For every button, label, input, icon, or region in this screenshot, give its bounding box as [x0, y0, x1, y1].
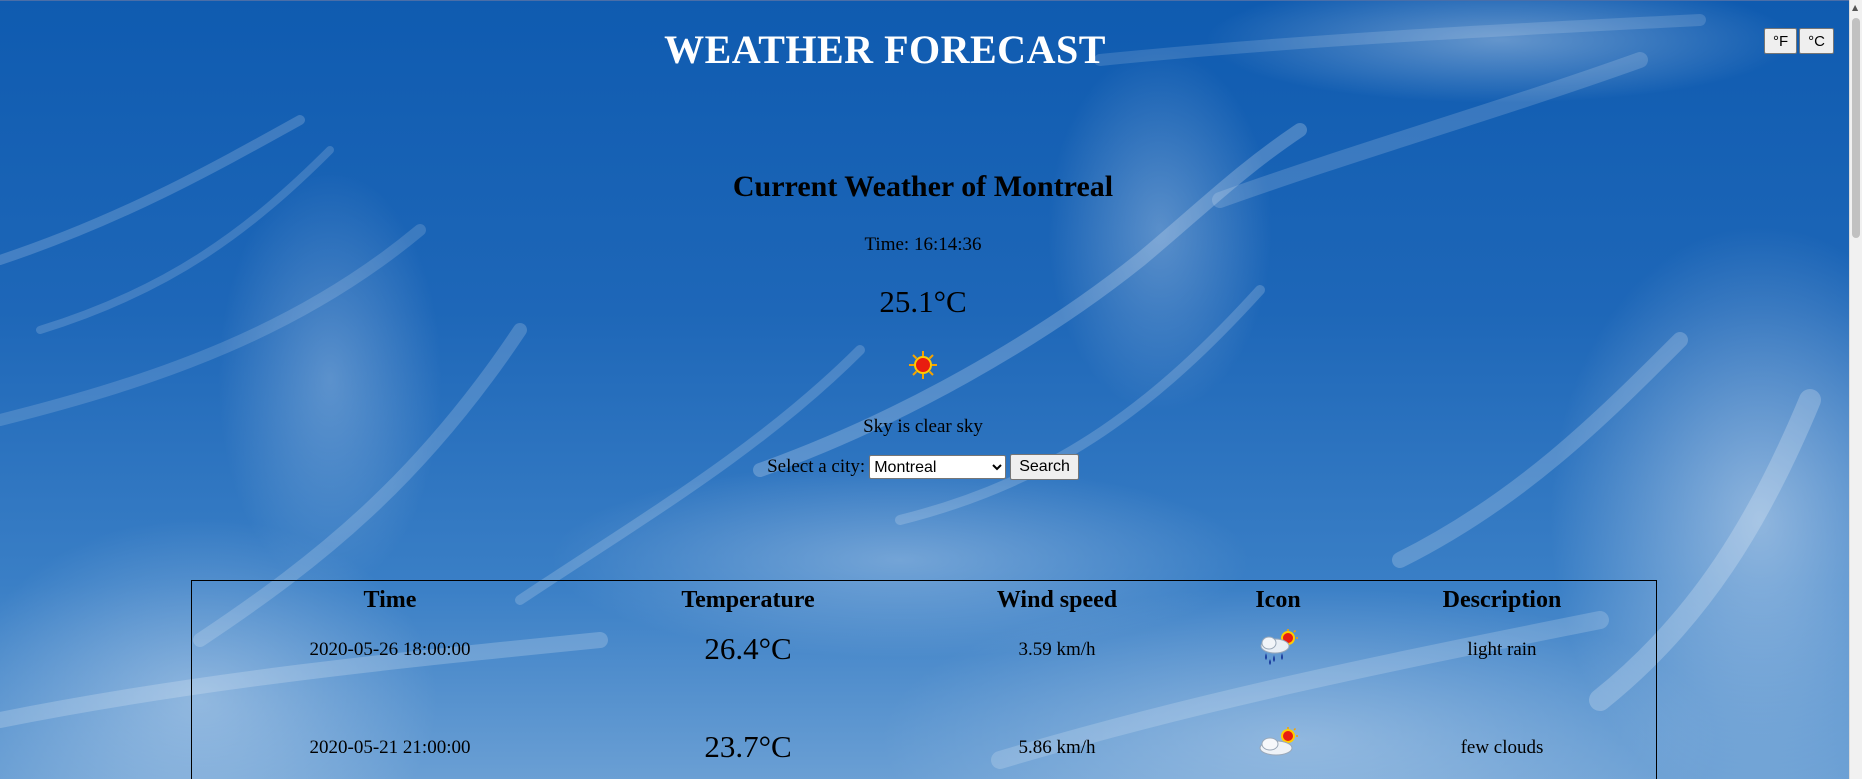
- current-temperature: 25.1°C: [879, 284, 967, 319]
- unit-toggle: °F °C: [1764, 28, 1836, 54]
- forecast-time: 2020-05-26 18:00:00: [309, 639, 471, 660]
- search-button[interactable]: Search: [1010, 454, 1079, 480]
- current-weather-panel: Current Weather of Montreal Time: 16:14:…: [0, 170, 1846, 480]
- rain-sun-icon: [1255, 629, 1301, 670]
- column-header-time: Time: [363, 587, 417, 613]
- city-select-label: Select a city:: [767, 456, 866, 477]
- scrollbar-thumb[interactable]: [1852, 18, 1860, 238]
- forecast-description: light rain: [1467, 639, 1537, 660]
- fahrenheit-button[interactable]: °F: [1764, 28, 1798, 54]
- forecast-wind-speed: 3.59 km/h: [1018, 639, 1096, 660]
- forecast-temperature: 23.7°C: [704, 729, 792, 764]
- column-header-description: Description: [1442, 587, 1562, 613]
- column-header-icon: Icon: [1255, 587, 1301, 613]
- scroll-up-arrow-icon[interactable]: ▲: [1852, 3, 1858, 12]
- column-header-temperature: Temperature: [681, 587, 815, 613]
- city-selector-row: Select a city: Montreal Search: [0, 454, 1846, 480]
- clear-sun-icon: [0, 350, 1846, 390]
- city-select[interactable]: Montreal: [869, 455, 1007, 479]
- sky-description: Sky is clear sky: [863, 416, 983, 437]
- forecast-temperature: 26.4°C: [704, 631, 792, 666]
- forecast-table: Time Temperature Wind speed Icon Descrip…: [191, 580, 1657, 779]
- forecast-time: 2020-05-21 21:00:00: [309, 737, 471, 758]
- vertical-scrollbar[interactable]: ▲: [1849, 0, 1862, 779]
- forecast-wind-speed: 5.86 km/h: [1018, 737, 1096, 758]
- celsius-button[interactable]: °C: [1799, 28, 1835, 54]
- current-time: Time: 16:14:36: [864, 234, 982, 255]
- cloud-sun-icon: [1255, 727, 1301, 762]
- window-top-border: [0, 0, 1850, 1]
- column-header-wind-speed: Wind speed: [996, 587, 1118, 613]
- site-title: WEATHER FORECAST: [664, 27, 1106, 72]
- current-weather-heading: Current Weather of Montreal: [732, 170, 1114, 203]
- forecast-description: few clouds: [1460, 737, 1544, 758]
